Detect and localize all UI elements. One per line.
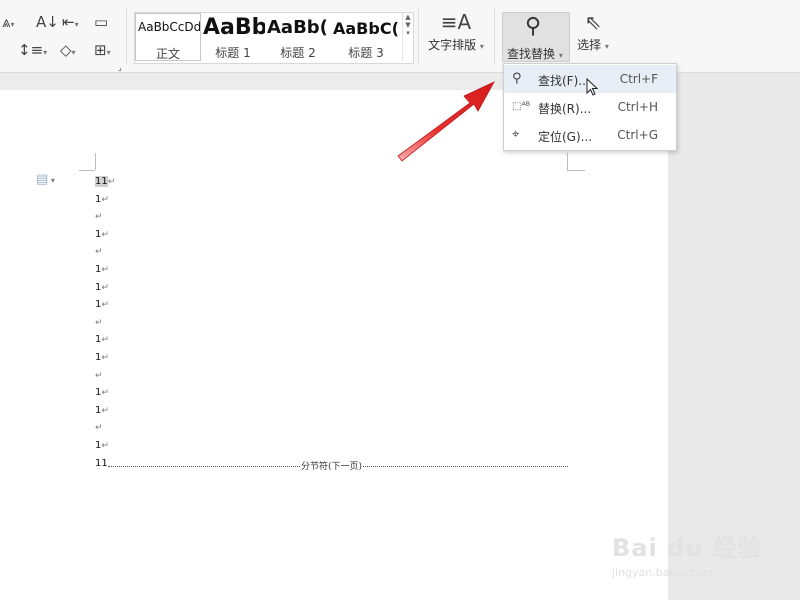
menu-item-shortcut: Ctrl+F [619,72,658,86]
menu-item-label: 定位(G)... [538,130,593,144]
find-replace-menu: ⚲ 查找(F)... Ctrl+F ⬚ᴬᴮ 替换(R)... Ctrl+H ⌖ … [503,63,677,151]
goto-icon: ⌖ [512,127,520,142]
menu-item-label: 替换(R)... [538,102,592,116]
menu-item-label: 查找(F)... [538,74,590,88]
menu-item-shortcut: Ctrl+H [617,100,658,114]
mouse-cursor-icon [586,78,599,96]
annotation-arrow [397,81,495,162]
search-icon: ⚲ [512,71,522,86]
menu-item-goto[interactable]: ⌖ 定位(G)... Ctrl+G [504,121,676,149]
arrow-shape [397,81,495,162]
watermark-url: jingyan.baidu.com [612,566,714,579]
watermark-logo: Bai du 经验 [612,534,763,562]
menu-item-shortcut: Ctrl+G [617,128,658,142]
replace-icon: ⬚ᴬᴮ [512,101,531,112]
